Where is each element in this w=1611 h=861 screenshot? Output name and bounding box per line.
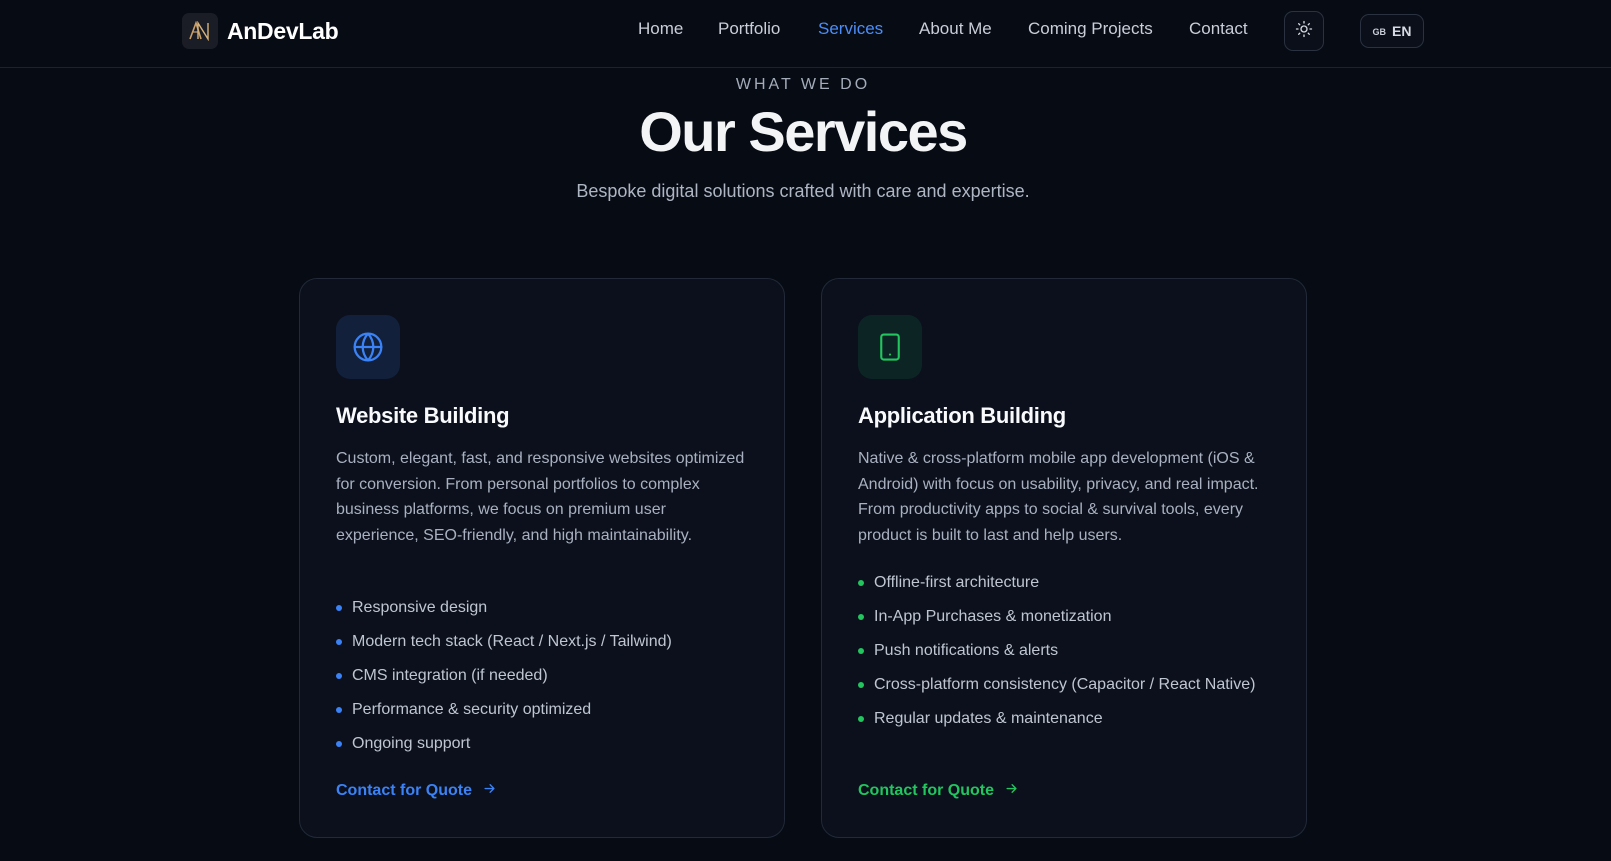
feature-item: Performance & security optimized [336, 698, 746, 721]
nav-about-me[interactable]: About Me [919, 19, 992, 39]
service-title: Application Building [858, 403, 1066, 428]
section-eyebrow: WHAT WE DO [735, 76, 871, 93]
contact-for-quote-link[interactable]: Contact for Quote [858, 781, 1019, 801]
bullet-dot [858, 614, 864, 620]
bullet-dot [858, 648, 864, 654]
bullet-dot [858, 682, 864, 688]
feature-item: Push notifications & alerts [858, 639, 1268, 662]
feature-text: Modern tech stack (React / Next.js / Tai… [352, 633, 672, 650]
arrow-right-icon [1004, 781, 1019, 801]
bullet-dot [336, 639, 342, 645]
feature-text: Cross-platform consistency (Capacitor / … [874, 676, 1256, 693]
feature-item: In-App Purchases & monetization [858, 605, 1268, 628]
feature-item: Offline-first architecture [858, 571, 1268, 594]
feature-item: Regular updates & maintenance [858, 707, 1268, 730]
feature-text: Responsive design [352, 599, 488, 616]
bullet-dot [336, 673, 342, 679]
feature-item: Ongoing support [336, 732, 746, 755]
feature-item: Responsive design [336, 596, 746, 619]
page-title: Our Services [639, 100, 968, 163]
bullet-dot [336, 707, 342, 713]
gb-flag-icon: GB [1372, 27, 1387, 37]
brand-name: AnDevLab [227, 17, 339, 44]
feature-text: Regular updates & maintenance [874, 710, 1103, 727]
service-title: Website Building [336, 403, 510, 428]
feature-item: Cross-platform consistency (Capacitor / … [858, 673, 1268, 696]
bullet-dot [336, 605, 342, 611]
feature-text: CMS integration (if needed) [352, 667, 548, 684]
cta-label: Contact for Quote [858, 782, 994, 799]
arrow-right-icon [482, 781, 497, 801]
brand-logo-link[interactable]: AnDevLab [182, 13, 339, 49]
feature-text: In-App Purchases & monetization [874, 608, 1112, 625]
service-description: Native & cross-platform mobile app devel… [858, 450, 1259, 544]
language-selector[interactable]: GB EN [1360, 14, 1424, 48]
nav-portfolio[interactable]: Portfolio [718, 19, 780, 39]
feature-item: CMS integration (if needed) [336, 664, 746, 687]
nav-home[interactable]: Home [638, 19, 683, 39]
feature-text: Performance & security optimized [352, 701, 592, 718]
feature-text: Push notifications & alerts [874, 642, 1059, 659]
bullet-dot [858, 716, 864, 722]
service-description: Custom, elegant, fast, and responsive we… [336, 450, 745, 544]
smartphone-icon [858, 315, 922, 379]
bullet-dot [858, 580, 864, 586]
an-monogram-icon [182, 13, 218, 49]
service-card-application: Application Building Native & cross-plat… [821, 278, 1307, 838]
feature-list: Responsive design Modern tech stack (Rea… [336, 596, 746, 766]
nav-coming-projects[interactable]: Coming Projects [1028, 19, 1153, 39]
nav-services[interactable]: Services [818, 19, 883, 39]
page-subtitle: Bespoke digital solutions crafted with c… [576, 181, 1030, 201]
feature-text: Ongoing support [352, 735, 471, 752]
feature-list: Offline-first architecture In-App Purcha… [858, 571, 1268, 741]
cta-label: Contact for Quote [336, 782, 472, 799]
sun-icon [1295, 20, 1313, 43]
nav-contact[interactable]: Contact [1189, 19, 1248, 39]
site-header: AnDevLab Home Portfolio Services About M… [0, 0, 1611, 68]
bullet-dot [336, 741, 342, 747]
service-card-website: Website Building Custom, elegant, fast, … [299, 278, 785, 838]
feature-text: Offline-first architecture [874, 574, 1040, 591]
theme-toggle-button[interactable] [1284, 11, 1324, 51]
contact-for-quote-link[interactable]: Contact for Quote [336, 781, 497, 801]
feature-item: Modern tech stack (React / Next.js / Tai… [336, 630, 746, 653]
globe-icon [336, 315, 400, 379]
language-code: EN [1392, 23, 1412, 39]
